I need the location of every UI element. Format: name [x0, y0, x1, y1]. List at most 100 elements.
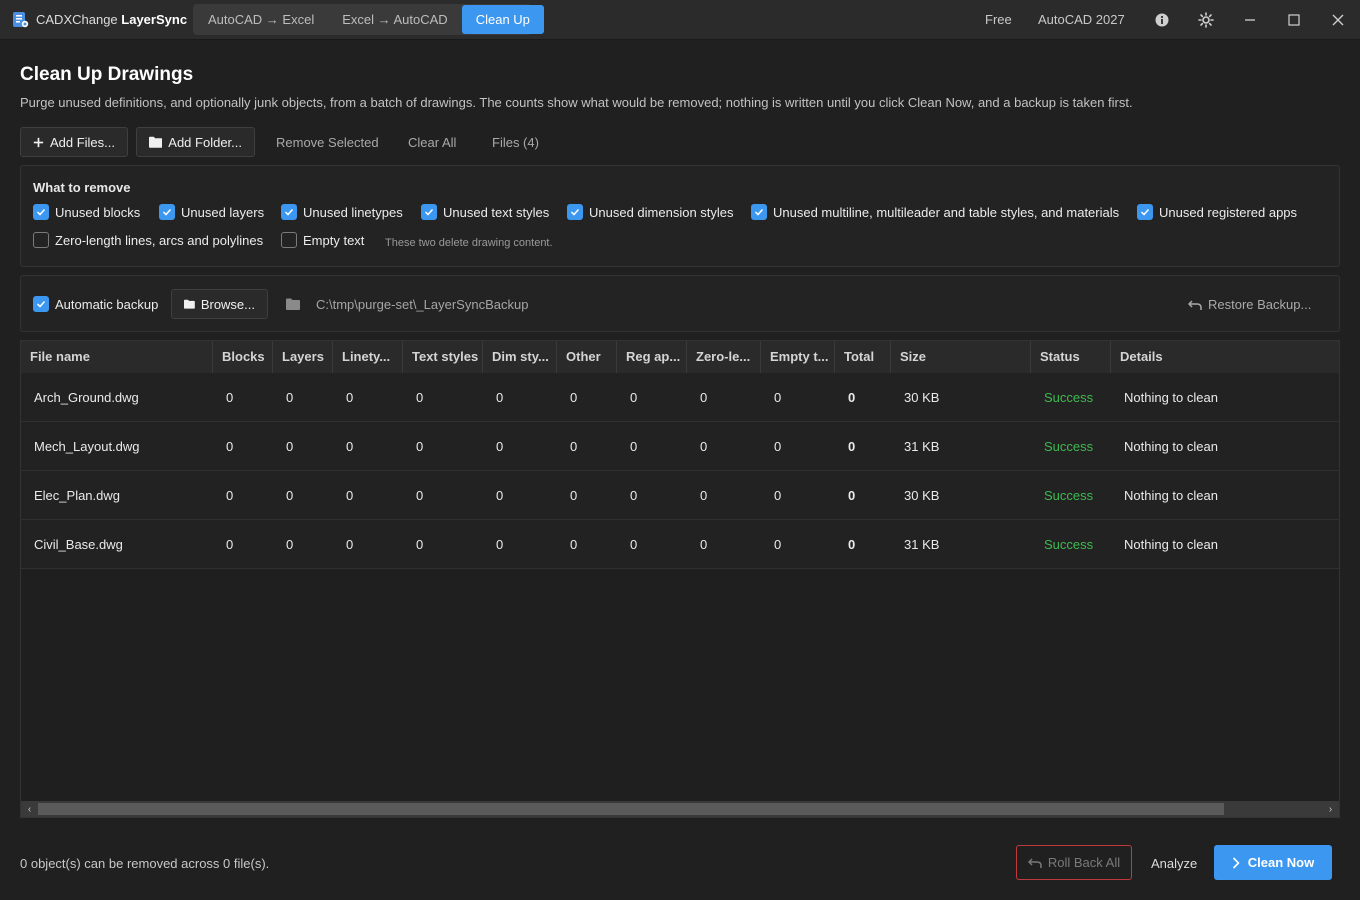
plan-label[interactable]: Free — [985, 12, 1012, 27]
column-header-zero-length[interactable]: Zero-le... — [687, 341, 761, 373]
checkbox-checked-icon[interactable] — [421, 204, 437, 220]
app-logo-icon — [13, 12, 29, 28]
cell-status: Success — [1044, 390, 1094, 405]
automatic-backup-checkbox[interactable]: Automatic backup — [33, 296, 158, 312]
cell-text-styles: 0 — [416, 537, 424, 552]
remove-selected-button[interactable]: Remove Selected — [276, 135, 379, 150]
what-to-remove-heading: What to remove — [33, 180, 131, 195]
option-unused-linetypes[interactable]: Unused linetypes — [281, 204, 403, 220]
option-label: Unused multiline, multileader and table … — [773, 204, 1120, 220]
files-table: File name Blocks Layers Linety... Text s… — [20, 340, 1340, 818]
option-label: Unused blocks — [55, 204, 141, 220]
info-icon[interactable] — [1152, 10, 1172, 30]
chevron-right-icon — [1232, 856, 1240, 869]
backup-path: C:\tmp\purge-set\_LayerSyncBackup — [316, 297, 529, 312]
maximize-icon[interactable] — [1284, 10, 1304, 30]
cell-status: Success — [1044, 439, 1094, 454]
minimize-icon[interactable] — [1240, 10, 1260, 30]
cell-status: Success — [1044, 537, 1094, 552]
checkbox-checked-icon[interactable] — [33, 204, 49, 220]
option-label: Zero-length lines, arcs and polylines — [55, 232, 264, 248]
scroll-right-icon[interactable]: › — [1322, 801, 1339, 817]
tab-autocad-to-excel[interactable]: AutoCAD → Excel — [194, 5, 328, 34]
checkbox-unchecked-icon[interactable] — [281, 232, 297, 248]
column-header-blocks[interactable]: Blocks — [213, 341, 273, 373]
cell-reg-apps: 0 — [630, 488, 638, 503]
add-folder-label: Add Folder... — [168, 134, 242, 150]
browse-backup-button[interactable]: Browse... — [171, 289, 268, 319]
option-unused-blocks[interactable]: Unused blocks — [33, 204, 140, 220]
plus-icon — [33, 137, 44, 147]
table-row[interactable]: Mech_Layout.dwg 0 0 0 0 0 0 0 0 0 0 31 K… — [21, 422, 1339, 471]
column-header-text-styles[interactable]: Text styles — [403, 341, 483, 373]
files-count-label: Files (4) — [492, 135, 539, 150]
scroll-left-icon[interactable]: ‹ — [21, 801, 38, 817]
cell-size: 30 KB — [904, 390, 940, 405]
add-files-button[interactable]: Add Files... — [20, 127, 128, 157]
option-empty-text[interactable]: Empty text — [281, 232, 364, 248]
cell-layers: 0 — [286, 488, 294, 503]
restore-backup-button[interactable]: Restore Backup... — [1188, 297, 1311, 312]
checkbox-checked-icon[interactable] — [281, 204, 297, 220]
add-folder-button[interactable]: Add Folder... — [136, 127, 255, 157]
column-header-layers[interactable]: Layers — [273, 341, 333, 373]
cell-dim-styles: 0 — [496, 537, 504, 552]
option-unused-registered-apps[interactable]: Unused registered apps — [1137, 204, 1297, 220]
option-label: Unused layers — [181, 204, 265, 220]
column-header-total[interactable]: Total — [835, 341, 891, 373]
page-description: Purge unused definitions, and optionally… — [20, 95, 1133, 110]
cell-blocks: 0 — [226, 390, 234, 405]
checkbox-checked-icon[interactable] — [159, 204, 175, 220]
cell-empty-text: 0 — [774, 439, 782, 454]
cell-file-name: Civil_Base.dwg — [34, 537, 123, 552]
option-unused-text-styles[interactable]: Unused text styles — [421, 204, 549, 220]
checkbox-checked-icon[interactable] — [751, 204, 767, 220]
scrollbar-thumb[interactable] — [38, 803, 1224, 815]
clear-all-button[interactable]: Clear All — [408, 135, 456, 150]
page-title: Clean Up Drawings — [20, 64, 194, 85]
host-version-label[interactable]: AutoCAD 2027 — [1038, 12, 1125, 27]
checkbox-checked-icon[interactable] — [33, 296, 49, 312]
analyze-button[interactable]: Analyze — [1151, 856, 1197, 871]
horizontal-scrollbar[interactable]: ‹ › — [21, 801, 1339, 817]
column-header-status[interactable]: Status — [1031, 341, 1111, 373]
tab-excel-to-autocad[interactable]: Excel → AutoCAD — [328, 5, 462, 34]
cell-zero-length: 0 — [700, 439, 708, 454]
option-unused-layers[interactable]: Unused layers — [159, 204, 264, 220]
undo-icon — [1027, 857, 1042, 868]
table-row[interactable]: Elec_Plan.dwg 0 0 0 0 0 0 0 0 0 0 30 KB … — [21, 471, 1339, 520]
cell-details: Nothing to clean — [1124, 390, 1218, 405]
column-header-dim-styles[interactable]: Dim sty... — [483, 341, 557, 373]
folder-icon — [184, 299, 195, 309]
clean-now-button[interactable]: Clean Now — [1214, 845, 1332, 880]
tab-clean-up[interactable]: Clean Up — [461, 5, 544, 34]
table-row[interactable]: Civil_Base.dwg 0 0 0 0 0 0 0 0 0 0 31 KB… — [21, 520, 1339, 569]
cell-dim-styles: 0 — [496, 488, 504, 503]
column-header-size[interactable]: Size — [891, 341, 1031, 373]
option-label: Unused text styles — [443, 204, 550, 220]
checkbox-unchecked-icon[interactable] — [33, 232, 49, 248]
column-header-file-name[interactable]: File name — [21, 341, 213, 373]
option-label: Unused dimension styles — [589, 204, 734, 220]
close-icon[interactable] — [1328, 10, 1348, 30]
option-zero-length-geometry[interactable]: Zero-length lines, arcs and polylines — [33, 232, 263, 248]
column-header-other[interactable]: Other — [557, 341, 617, 373]
option-label: Empty text — [303, 232, 365, 248]
checkbox-checked-icon[interactable] — [567, 204, 583, 220]
column-header-details[interactable]: Details — [1111, 341, 1339, 373]
cell-details: Nothing to clean — [1124, 488, 1218, 503]
cell-other: 0 — [570, 537, 578, 552]
cell-total: 0 — [848, 439, 856, 454]
cell-zero-length: 0 — [700, 390, 708, 405]
column-header-empty-text[interactable]: Empty t... — [761, 341, 835, 373]
checkbox-checked-icon[interactable] — [1137, 204, 1153, 220]
option-unused-dimension-styles[interactable]: Unused dimension styles — [567, 204, 734, 220]
table-row[interactable]: Arch_Ground.dwg 0 0 0 0 0 0 0 0 0 0 30 K… — [21, 373, 1339, 422]
theme-sun-icon[interactable] — [1196, 10, 1216, 30]
mode-tabs: AutoCAD → Excel Excel → AutoCAD Clean Up — [193, 4, 544, 35]
table-header: File name Blocks Layers Linety... Text s… — [21, 341, 1339, 373]
roll-back-all-button[interactable]: Roll Back All — [1016, 845, 1132, 880]
option-unused-multiline-styles[interactable]: Unused multiline, multileader and table … — [751, 204, 1119, 220]
column-header-reg-apps[interactable]: Reg ap... — [617, 341, 687, 373]
column-header-linetypes[interactable]: Linety... — [333, 341, 403, 373]
